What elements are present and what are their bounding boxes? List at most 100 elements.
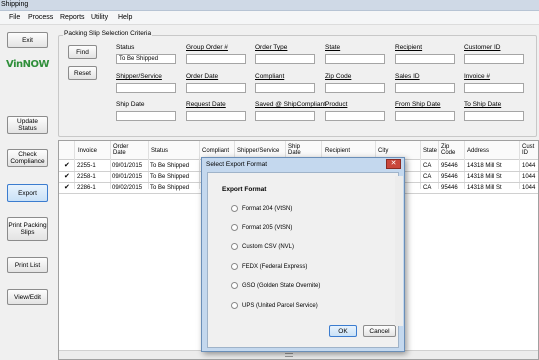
cell-cust-id: 1044 (522, 174, 536, 180)
menu-process[interactable]: Process (28, 14, 53, 21)
print-list-button[interactable]: Print List (7, 257, 48, 273)
cell-address: 14318 Mill St (467, 185, 502, 191)
cell-status: To Be Shipped (150, 163, 190, 169)
header-address[interactable]: Address (467, 148, 489, 154)
radio-fedx[interactable] (231, 263, 238, 270)
zip-code-label: Zip Code (325, 73, 352, 80)
header-recipient[interactable]: Recipient (325, 148, 350, 154)
update-status-button[interactable]: Update Status (7, 116, 48, 134)
shipper-service-field[interactable] (116, 83, 176, 93)
dialog-title: Select Export Format (206, 161, 268, 168)
cell-state: CA (423, 174, 432, 180)
ship-date-label: Ship Date (116, 101, 145, 108)
header-city[interactable]: City (378, 148, 388, 154)
option-label-gso[interactable]: GSO (Golden State Overnite) (242, 283, 320, 289)
cell-state: CA (423, 185, 432, 191)
header-status[interactable]: Status (151, 148, 168, 154)
product-field[interactable] (325, 111, 385, 121)
title-bar: Shipping (0, 0, 539, 11)
status-label: Status (116, 44, 135, 51)
reset-button[interactable]: Reset (68, 66, 97, 80)
cell-zip: 95446 (441, 185, 458, 191)
print-packing-slips-button[interactable]: Print Packing Slips (7, 217, 48, 241)
header-state[interactable]: State (423, 148, 437, 154)
order-type-label: Order Type (255, 44, 288, 51)
menu-reports[interactable]: Reports (60, 14, 85, 21)
cell-order-date: 09/01/2015 (112, 163, 143, 169)
exit-button[interactable]: Exit (7, 32, 48, 48)
state-field[interactable] (325, 54, 385, 64)
recipient-label: Recipient (395, 44, 423, 51)
compliant-label: Compliant (255, 73, 285, 80)
dialog-body: Export Format Format 204 (VtSN) Format 2… (207, 172, 399, 348)
radio-gso[interactable] (231, 282, 238, 289)
cell-order-date: 09/01/2015 (112, 174, 143, 180)
option-label-format-204[interactable]: Format 204 (VtSN) (242, 206, 292, 212)
header-order-date[interactable]: Order Date (113, 144, 135, 156)
view-edit-button[interactable]: View/Edit (7, 289, 48, 305)
window-title: Shipping (1, 1, 29, 8)
cell-invoice: 2286-1 (77, 185, 96, 191)
scroll-grip-icon[interactable] (285, 353, 293, 357)
cell-address: 14318 Mill St (467, 174, 502, 180)
invoice-field[interactable] (464, 83, 524, 93)
request-date-field[interactable] (186, 111, 246, 121)
group-order-label: Group Order # (186, 44, 228, 51)
menu-utility[interactable]: Utility (91, 14, 108, 21)
order-date-label: Order Date (186, 73, 219, 80)
cell-status: To Be Shipped (150, 185, 190, 191)
product-label: Product (325, 101, 348, 108)
header-shipper-service[interactable]: Shipper/Service (237, 148, 279, 154)
header-cust-id[interactable]: Cust ID (522, 144, 536, 156)
to-ship-date-label: To Ship Date (464, 101, 502, 108)
cancel-button[interactable]: Cancel (363, 325, 396, 337)
request-date-label: Request Date (186, 101, 226, 108)
close-icon[interactable]: ✕ (386, 159, 401, 169)
cell-state: CA (423, 163, 432, 169)
radio-format-205[interactable] (231, 224, 238, 231)
sales-id-field[interactable] (395, 83, 455, 93)
export-button[interactable]: Export (7, 184, 48, 202)
export-format-dialog: Select Export Format ✕ Export Format For… (201, 157, 405, 352)
radio-custom-csv[interactable] (231, 243, 238, 250)
order-type-field[interactable] (255, 54, 315, 64)
menu-file[interactable]: File (9, 14, 20, 21)
cell-order-date: 09/02/2015 (112, 185, 143, 191)
group-order-field[interactable] (186, 54, 246, 64)
row-checkbox[interactable]: ✔ (64, 162, 70, 169)
cell-zip: 95446 (441, 163, 458, 169)
cell-invoice: 2255-1 (77, 163, 96, 169)
row-checkbox[interactable]: ✔ (64, 184, 70, 191)
header-compliant[interactable]: Compliant (202, 148, 229, 154)
radio-format-204[interactable] (231, 205, 238, 212)
compliant-field[interactable] (255, 83, 315, 93)
header-invoice[interactable]: Invoice (78, 148, 97, 154)
customer-id-field[interactable] (464, 54, 524, 64)
radio-ups[interactable] (231, 302, 238, 309)
zip-code-field[interactable] (325, 83, 385, 93)
status-field[interactable]: To Be Shipped (116, 54, 176, 64)
ship-date-field[interactable] (116, 111, 176, 121)
header-zip-code[interactable]: Zip Code (441, 144, 457, 156)
option-label-format-205[interactable]: Format 205 (VtSN) (242, 225, 292, 231)
cell-status: To Be Shipped (150, 174, 190, 180)
recipient-field[interactable] (395, 54, 455, 64)
cell-invoice: 2258-1 (77, 174, 96, 180)
option-label-custom-csv[interactable]: Custom CSV (NVL) (242, 244, 294, 250)
ok-button[interactable]: OK (329, 325, 357, 337)
cell-zip: 95446 (441, 174, 458, 180)
option-label-ups[interactable]: UPS (United Parcel Service) (242, 303, 318, 309)
row-checkbox[interactable]: ✔ (64, 173, 70, 180)
dialog-vertical-scrollbar[interactable] (395, 176, 403, 326)
from-ship-date-field[interactable] (395, 111, 455, 121)
criteria-group-title: Packing Slip Selection Criteria (63, 30, 153, 37)
header-ship-date[interactable]: Ship Date (288, 144, 308, 156)
shipper-service-label: Shipper/Service (116, 73, 162, 80)
to-ship-date-field[interactable] (464, 111, 524, 121)
saved-shipcompliant-field[interactable] (255, 111, 315, 121)
check-compliance-button[interactable]: Check Compliance (7, 149, 48, 167)
option-label-fedx[interactable]: FEDX (Federal Express) (242, 264, 307, 270)
find-button[interactable]: Find (68, 45, 97, 59)
order-date-field[interactable] (186, 83, 246, 93)
menu-help[interactable]: Help (118, 14, 132, 21)
